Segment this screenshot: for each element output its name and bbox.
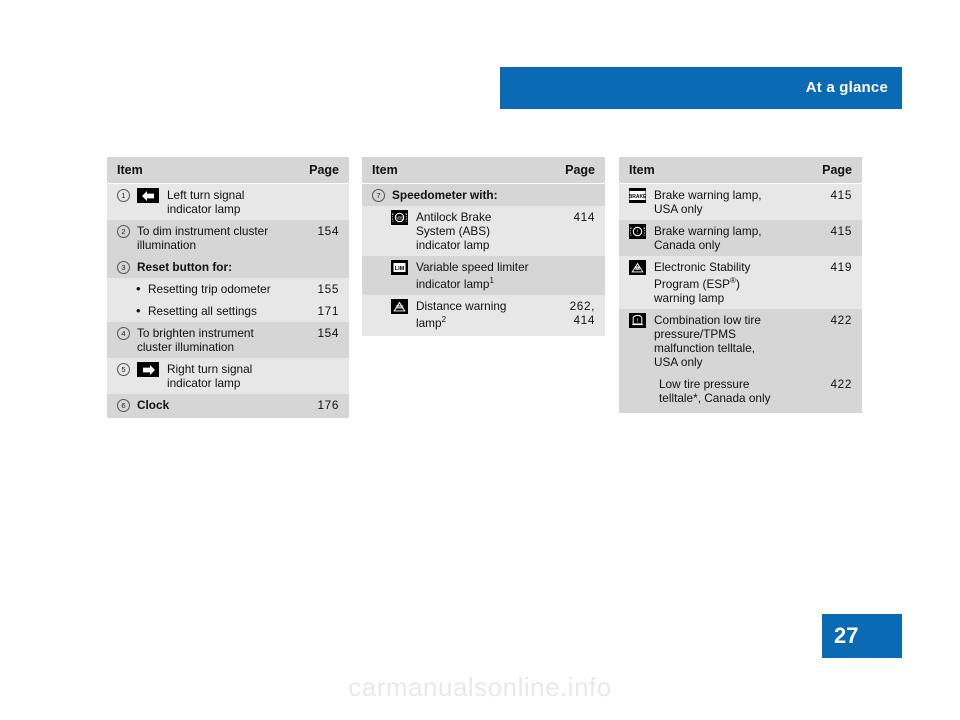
table-row: BRAKE Brake warning lamp, USA only 415 — [619, 184, 862, 220]
right-turn-arrow-icon — [137, 362, 159, 377]
row-page: 176 — [317, 398, 339, 412]
row-text: Right turn signal indicator lamp — [167, 362, 253, 390]
header-bar: At a glance — [500, 67, 902, 109]
table-left: Item Page 1 Left turn signal indicator la… — [107, 157, 349, 418]
table-row: 2 To dim instrument cluster illumination … — [107, 220, 349, 256]
row-page: 155 — [317, 282, 339, 296]
abs-lamp-icon: ABS — [391, 210, 408, 225]
table-right: Item Page BRAKE Brake warning lamp, USA o… — [619, 157, 862, 413]
row-page — [561, 256, 605, 264]
column-header-item: Item — [372, 163, 398, 177]
table-body: BRAKE Brake warning lamp,USA only 415 ! — [619, 184, 862, 413]
column-header-item: Item — [629, 163, 655, 177]
table-row: 3 Reset button for: — [107, 256, 349, 278]
table-row: LIM Variable speed limiter indicator lamp… — [362, 256, 605, 295]
row-page: 414 — [573, 210, 595, 224]
table-row: Low tire pressure telltale*, Canada only … — [619, 372, 862, 413]
row-page — [305, 184, 349, 192]
row-text: Left turn signal indicator lamp — [167, 188, 245, 216]
row-page: 422 — [830, 312, 852, 327]
row-page: 154 — [317, 326, 339, 340]
tire-pressure-lamp-icon: ! — [629, 312, 646, 328]
table-row: • Resetting all settings 171 — [107, 300, 349, 322]
column-header-page: Page — [309, 163, 339, 177]
table-row: 4 To brighten instrument cluster illumina… — [107, 322, 349, 358]
item-number: 7 — [372, 189, 385, 202]
table-body: 7 Speedometer with: ABS Antilock Brake S… — [362, 184, 605, 336]
row-text: Resetting all settings — [148, 304, 257, 318]
item-number: 3 — [117, 261, 130, 274]
row-text: Reset button for: — [137, 260, 233, 274]
table-row: ! Combination low tire pressure/TPMS malfu… — [619, 308, 862, 373]
lim-lamp-icon: LIM — [391, 260, 408, 275]
table-row: ! Brake warning lamp, Canada only 415 — [619, 220, 862, 256]
esp-lamp-icon — [629, 260, 646, 275]
bullet-glyph: • — [136, 303, 141, 318]
row-page: 415 — [830, 224, 852, 238]
svg-text:ABS: ABS — [395, 216, 404, 221]
row-text: Electronic Stability Program (ESP®) warnin… — [654, 260, 751, 305]
svg-text:!: ! — [637, 319, 638, 325]
bullet-glyph: • — [136, 281, 141, 296]
page-title: At a glance — [805, 79, 888, 96]
item-number: 4 — [117, 327, 130, 340]
table-row: 7 Speedometer with: — [362, 184, 605, 206]
watermark: carmanualsonline.info — [348, 672, 612, 702]
row-text: Distance warning lamp2 — [416, 298, 507, 330]
table-row: • Resetting trip odometer 155 — [107, 278, 349, 300]
row-page — [305, 256, 349, 264]
row-page — [305, 358, 349, 366]
row-page: 171 — [317, 304, 339, 318]
row-page: 422 — [830, 376, 852, 391]
column-header-page: Page — [565, 163, 595, 177]
table-row: 1 Left turn signal indicator lamp — [107, 184, 349, 220]
row-text: Brake warning lamp, Canada only — [654, 224, 762, 252]
svg-text:!: ! — [637, 230, 638, 236]
row-text: Clock — [137, 398, 170, 412]
column-header-page: Page — [822, 163, 852, 177]
row-text: Resetting trip odometer — [148, 282, 271, 296]
table-header-row: Item Page — [107, 157, 349, 184]
row-page — [561, 184, 605, 192]
row-page: 262, 414 — [569, 298, 595, 327]
row-text: To dim instrument cluster illumination — [137, 224, 269, 252]
row-text: Low tire pressure telltale*, Canada only — [659, 376, 771, 405]
table-body: 1 Left turn signal indicator lamp 2 To di… — [107, 184, 349, 418]
table-row: Distance warning lamp2 262, 414 — [362, 294, 605, 336]
brake-circle-lamp-icon: ! — [629, 224, 646, 239]
svg-text:BRAKE: BRAKE — [629, 194, 646, 200]
row-text: Speedometer with: — [392, 188, 498, 202]
row-text: To brighten instrument cluster illuminati… — [137, 326, 254, 354]
manual-page: At a glance Item Page 1 Left turn signal… — [0, 0, 960, 720]
item-number: 5 — [117, 363, 130, 376]
row-page: 415 — [830, 188, 852, 202]
row-text: Brake warning lamp, USA only — [654, 188, 762, 216]
item-number: 2 — [117, 225, 130, 238]
table-row: Electronic Stability Program (ESP®) warnin… — [619, 256, 862, 309]
page-number-box: 27 — [822, 614, 902, 658]
svg-text:LIM: LIM — [395, 266, 405, 272]
column-header-item: Item — [117, 163, 143, 177]
distance-warning-lamp-icon — [391, 298, 408, 314]
table-row: 5 Right turn signal indicator lamp — [107, 358, 349, 394]
page-number: 27 — [834, 623, 859, 648]
brake-text-lamp-icon: BRAKE — [629, 188, 646, 203]
item-number: 6 — [117, 399, 130, 412]
table-middle: Item Page 7 Speedometer with: ABS Antilo… — [362, 157, 605, 336]
table-row: ABS Antilock Brake System (ABS) indicator … — [362, 206, 605, 256]
table-row: 6 Clock 176 — [107, 394, 349, 418]
table-header-row: Item Page — [362, 157, 605, 184]
item-number: 1 — [117, 189, 130, 202]
row-text: Variable speed limiter indicator lamp1 — [416, 260, 529, 291]
row-page: 154 — [317, 224, 339, 238]
row-text: Combination low tire pressure/TPMS malfunc… — [654, 312, 761, 369]
left-turn-arrow-icon — [137, 188, 159, 203]
row-text: Antilock Brake System (ABS) indicator lamp — [416, 210, 492, 252]
row-page: 419 — [830, 260, 852, 274]
table-header-row: Item Page — [619, 157, 862, 184]
